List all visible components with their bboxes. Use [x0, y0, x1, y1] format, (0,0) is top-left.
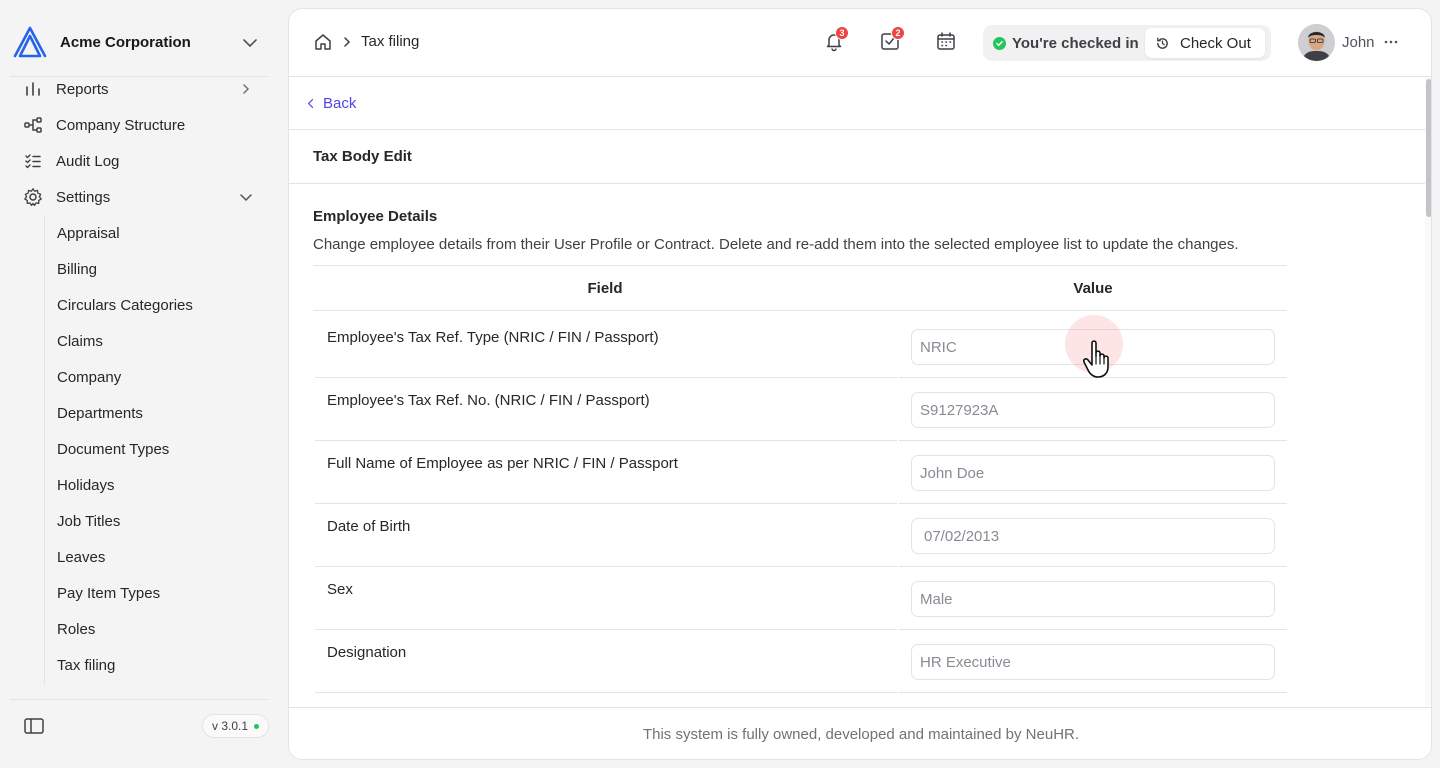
home-icon[interactable]: [313, 32, 333, 52]
main-panel: Tax filing 3 2 You're checked in Check O…: [288, 8, 1432, 760]
chevron-down-icon[interactable]: [240, 33, 260, 53]
check-circle-icon: [993, 36, 1006, 50]
sidebar-subitem-tax-filing[interactable]: Tax filing: [57, 650, 115, 680]
field-label: Sex: [327, 581, 353, 598]
table-header: Field Value: [313, 265, 1287, 311]
org-name: Acme Corporation: [60, 33, 191, 51]
scrollbar-thumb[interactable]: [1426, 79, 1431, 217]
field-label: Date of Birth: [327, 518, 411, 535]
check-out-label: Check Out: [1180, 34, 1251, 52]
notification-badge: 3: [835, 26, 849, 40]
table-row: Employee's Tax Ref. No. (NRIC / FIN / Pa…: [315, 378, 1287, 441]
gear-icon: [22, 186, 44, 208]
chevron-right-icon: [344, 37, 351, 47]
date-of-birth-input[interactable]: [911, 518, 1275, 554]
back-button[interactable]: Back: [307, 95, 356, 112]
top-bar: Tax filing 3 2 You're checked in Check O…: [289, 9, 1431, 77]
sidebar-toggle-icon[interactable]: [23, 715, 45, 737]
tax-ref-no-input[interactable]: [911, 392, 1275, 428]
sidebar-subitem-appraisal[interactable]: Appraisal: [57, 218, 120, 248]
breadcrumb[interactable]: Tax filing: [361, 33, 419, 50]
field-label: Employee's Tax Ref. Type (NRIC / FIN / P…: [327, 329, 659, 346]
table-row: Date of Birth: [315, 504, 1287, 567]
field-label: Full Name of Employee as per NRIC / FIN …: [327, 455, 678, 472]
more-horizontal-icon[interactable]: [1383, 34, 1399, 50]
table-row: Employee's Tax Ref. Type (NRIC / FIN / P…: [315, 315, 1287, 378]
sidebar-subitem-document-types[interactable]: Document Types: [57, 434, 169, 464]
sex-input[interactable]: [911, 581, 1275, 617]
reports-icon: [22, 78, 44, 100]
attendance-widget: You're checked in Check Out: [983, 25, 1271, 61]
version-text: v 3.0.1: [212, 719, 249, 733]
version-badge: v 3.0.1: [202, 714, 270, 738]
field-label: Employee's Tax Ref. No. (NRIC / FIN / Pa…: [327, 392, 650, 409]
org-switcher[interactable]: Acme Corporation: [0, 8, 280, 76]
sidebar-item-label: Settings: [56, 188, 111, 206]
column-header-value: Value: [1073, 280, 1113, 297]
acme-logo-icon: [13, 26, 47, 58]
footer-text: This system is fully owned, developed an…: [642, 726, 1080, 743]
back-row: Back: [289, 77, 1425, 130]
chevron-left-icon: [307, 98, 314, 109]
tasks-button[interactable]: 2: [879, 26, 905, 52]
sidebar-subitem-pay-item-types[interactable]: Pay Item Types: [57, 578, 160, 608]
table-row: Full Name of Employee as per NRIC / FIN …: [315, 441, 1287, 504]
title-row: Tax Body Edit: [289, 130, 1425, 184]
checkin-status-text: You're checked in: [1012, 34, 1139, 52]
clock-rotate-icon: [1157, 37, 1168, 49]
sidebar-subitem-billing[interactable]: Billing: [57, 254, 97, 284]
avatar[interactable]: [1298, 24, 1335, 61]
section-title: Employee Details: [313, 208, 438, 225]
sidebar-divider: [10, 699, 268, 700]
sidebar-item-label: Reports: [56, 80, 109, 98]
sidebar-item-label: Company Structure: [56, 116, 186, 134]
tasks-badge: 2: [891, 26, 905, 40]
sidebar: Acme Corporation Reports Company Structu…: [0, 0, 280, 768]
sidebar-item-reports[interactable]: Reports: [22, 77, 268, 105]
field-label: Designation: [327, 644, 407, 661]
designation-input[interactable]: [911, 644, 1275, 680]
submenu-guide-line: [44, 215, 45, 685]
chevron-right-icon: [238, 81, 254, 97]
sidebar-item-label: Audit Log: [56, 152, 120, 170]
user-photo-icon: [1298, 24, 1335, 61]
notifications-button[interactable]: 3: [823, 26, 849, 52]
checkin-status: You're checked in: [993, 25, 1139, 61]
table-row: Designation: [315, 630, 1287, 693]
sidebar-subitem-departments[interactable]: Departments: [57, 398, 143, 428]
back-label: Back: [323, 95, 357, 112]
sidebar-nav[interactable]: Reports Company Structure Audit Log Sett…: [0, 77, 280, 699]
footer: This system is fully owned, developed an…: [289, 707, 1431, 759]
status-dot: [254, 723, 260, 729]
section-description: Change employee details from their User …: [313, 236, 1239, 253]
column-header-field: Field: [587, 280, 623, 297]
calendar-button[interactable]: [935, 30, 957, 52]
company-structure-icon: [22, 114, 44, 136]
sidebar-item-settings[interactable]: Settings: [22, 181, 268, 213]
table-row: Sex: [315, 567, 1287, 630]
sidebar-subitem-circulars-categories[interactable]: Circulars Categories: [57, 290, 193, 320]
sidebar-subitem-job-titles[interactable]: Job Titles: [57, 506, 120, 536]
sidebar-item-company-structure[interactable]: Company Structure: [22, 109, 268, 141]
sidebar-item-audit-log[interactable]: Audit Log: [22, 145, 268, 177]
full-name-input[interactable]: [911, 455, 1275, 491]
chevron-down-icon: [238, 189, 254, 205]
audit-log-icon: [22, 150, 44, 172]
sidebar-subitem-holidays[interactable]: Holidays: [57, 470, 115, 500]
sidebar-subitem-company[interactable]: Company: [57, 362, 121, 392]
calendar-icon: [937, 32, 955, 50]
check-out-button[interactable]: Check Out: [1145, 28, 1265, 58]
sidebar-subitem-leaves[interactable]: Leaves: [57, 542, 105, 572]
tax-ref-type-input[interactable]: [911, 329, 1275, 365]
sidebar-subitem-roles[interactable]: Roles: [57, 614, 95, 644]
user-name[interactable]: John: [1342, 34, 1375, 51]
page-title: Tax Body Edit: [313, 148, 412, 165]
sidebar-subitem-claims[interactable]: Claims: [57, 326, 103, 356]
